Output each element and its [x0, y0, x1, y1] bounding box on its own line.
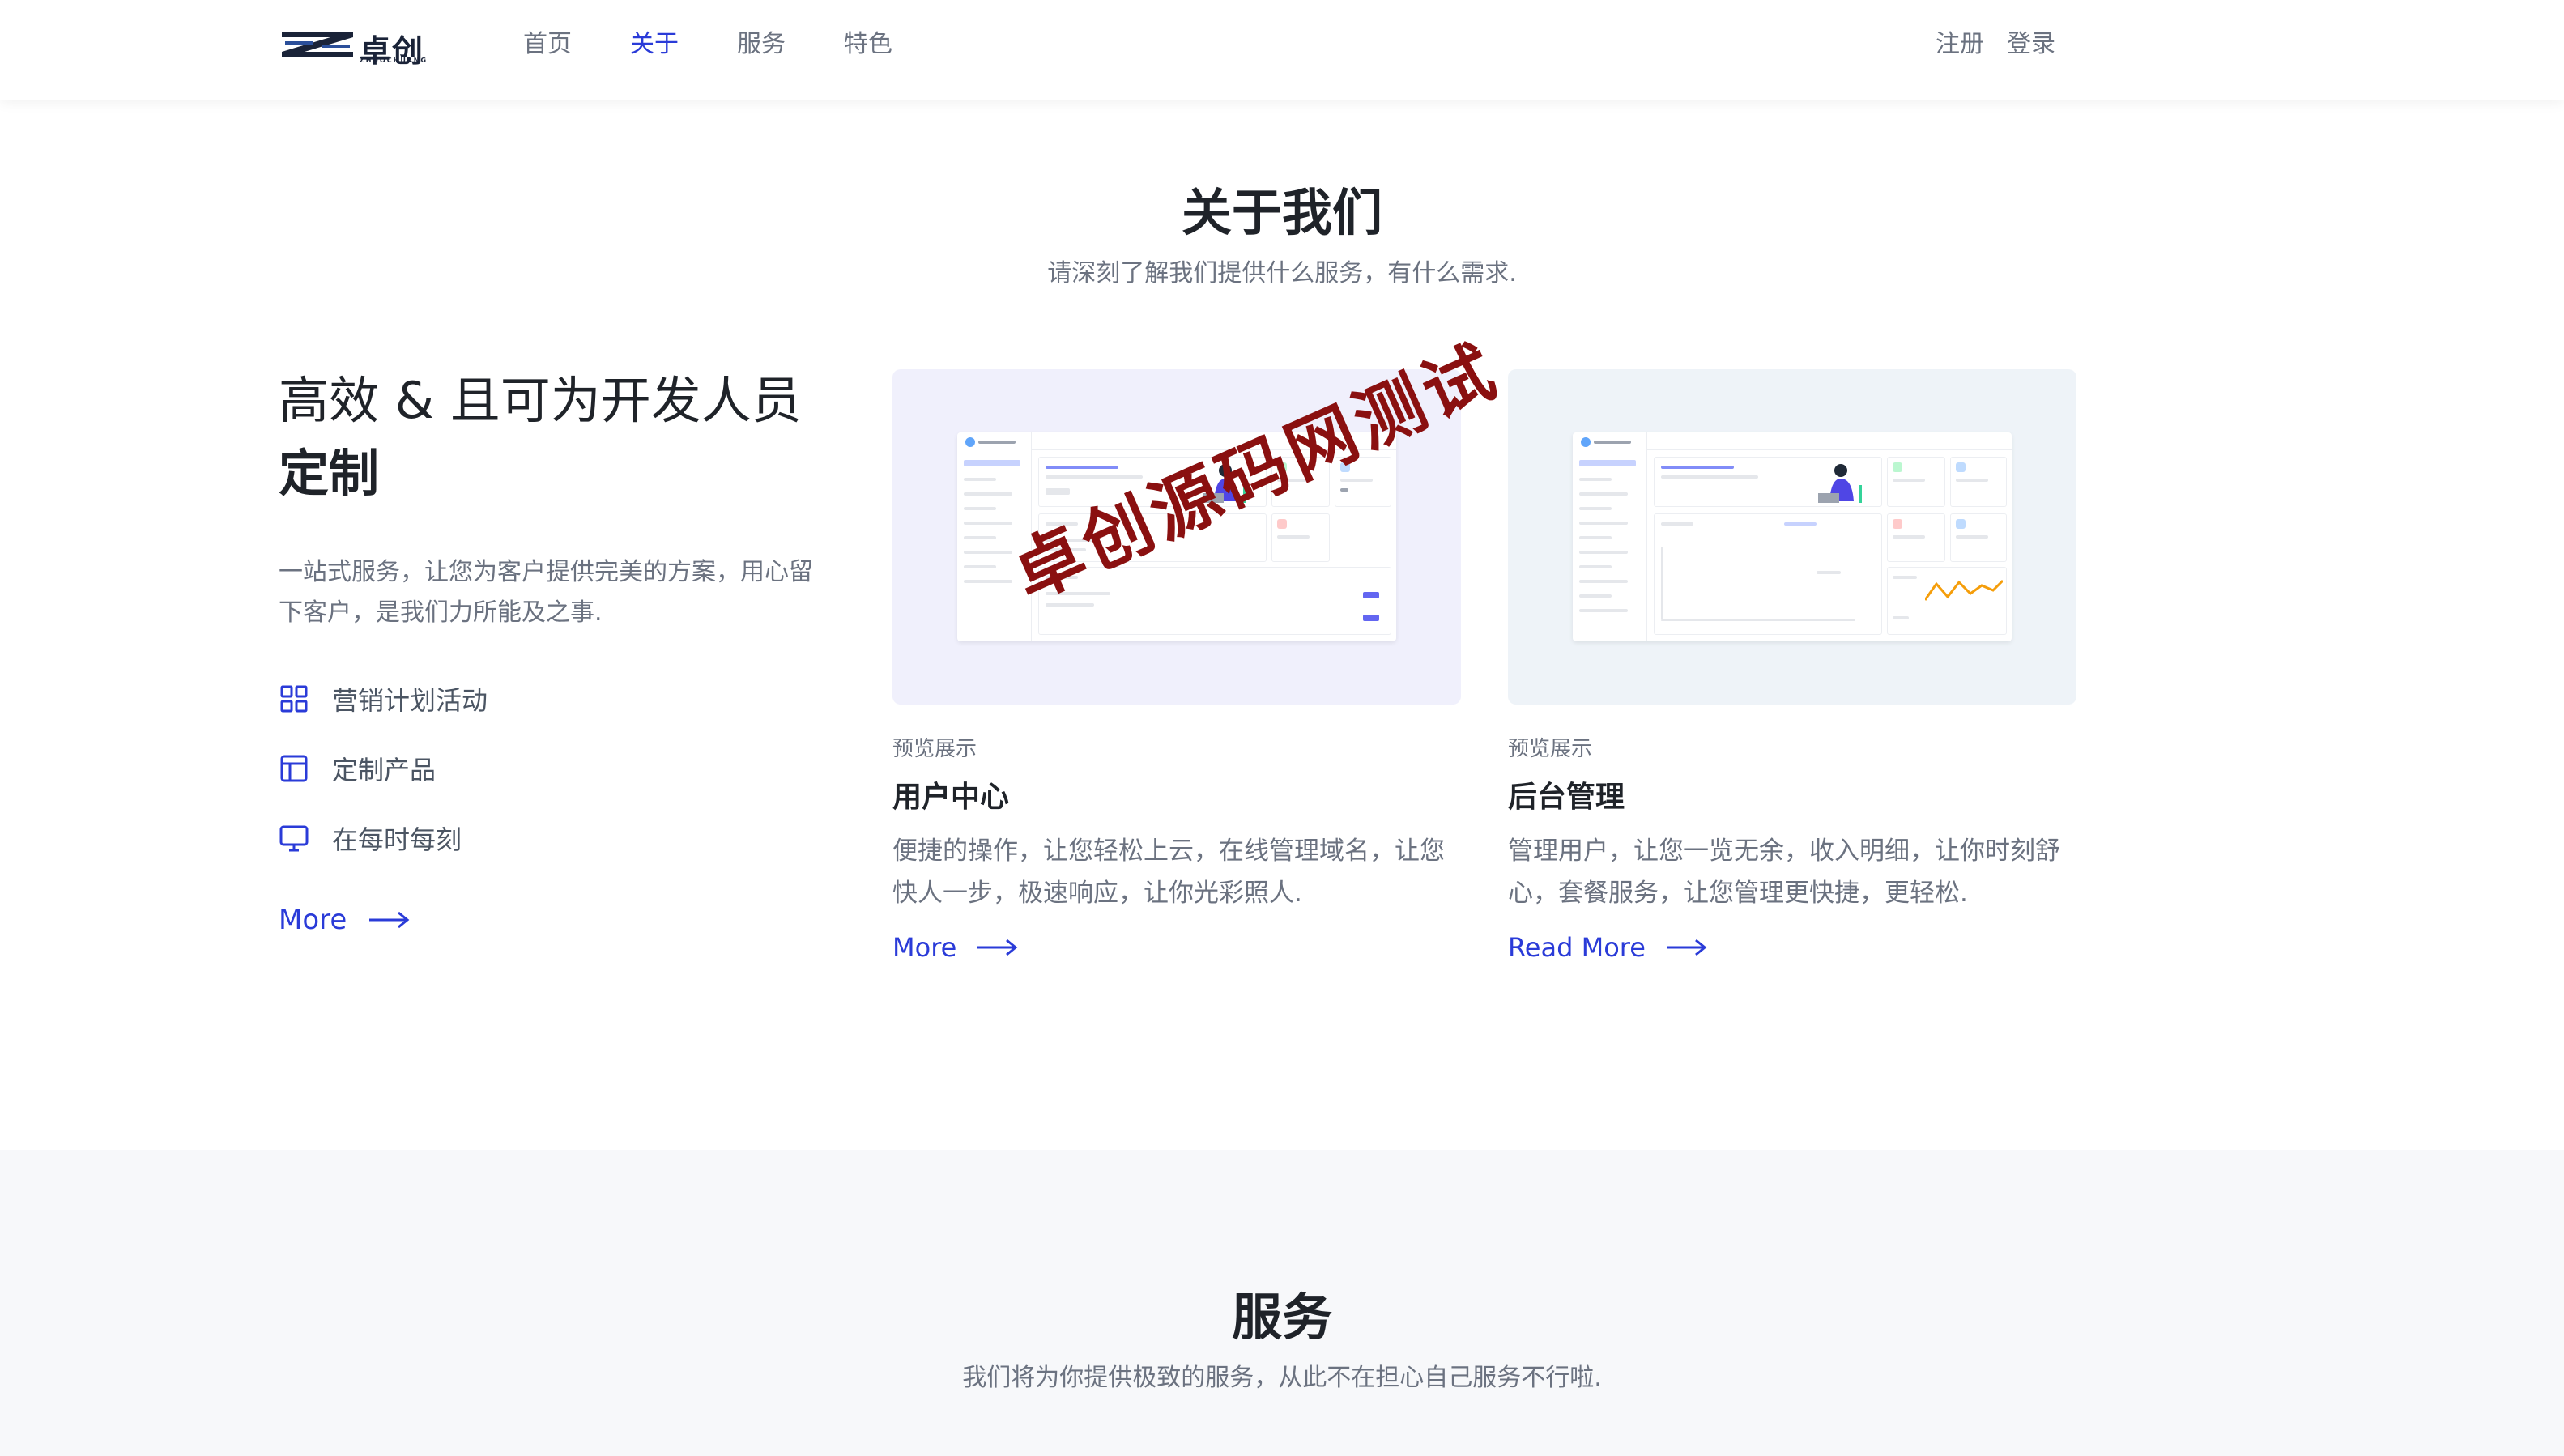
- dashboard-mock: [1573, 432, 2012, 641]
- arrow-right-icon: [369, 911, 410, 929]
- mock-sidebar: [1573, 432, 1647, 641]
- arrow-right-icon: [1666, 939, 1707, 956]
- mock-topbar: [1647, 432, 2012, 450]
- top-navbar: 卓创 ZHUOCHUANG 首页 关于 服务 特色 注册 登录: [0, 0, 2564, 100]
- more-label: Read More: [1508, 932, 1646, 963]
- card-tag: 预览展示: [1508, 737, 1593, 761]
- register-link[interactable]: 注册: [1936, 26, 1984, 63]
- intro-description: 一站式服务，让您为客户提供完美的方案，用心留下客户，是我们力所能及之事.: [279, 558, 813, 627]
- services-subtitle: 我们将为你提供极致的服务，从此不在担心自己服务不行啦.: [962, 1364, 1602, 1392]
- main-nav: 首页 关于 服务 特色: [523, 26, 951, 63]
- card-title: 用户中心: [892, 781, 1010, 814]
- more-label: More: [892, 932, 957, 963]
- auth-links: 注册 登录: [1936, 26, 2055, 63]
- card-title: 后台管理: [1508, 781, 1625, 814]
- card-tag: 预览展示: [892, 737, 977, 761]
- preview-card-admin: 预览展示 后台管理 管理用户，让您一览无余，收入明细，让你时刻舒心，套餐服务，让…: [1508, 369, 2076, 963]
- grid-icon: [279, 683, 309, 714]
- admin-read-more-link[interactable]: Read More: [1508, 932, 2076, 963]
- about-title: 关于我们: [1181, 183, 1382, 242]
- feature-label: 定制产品: [332, 755, 437, 785]
- feature-label: 在每时每刻: [332, 824, 462, 855]
- card-description: 便捷的操作，让您轻松上云，在线管理域名，让您快人一步，极速响应，让你光彩照人.: [892, 837, 1445, 908]
- layout-icon: [279, 753, 309, 784]
- about-intro: 高效 & 且可为开发人员 定制 一站式服务，让您为客户提供完美的方案，用心留下客…: [279, 364, 829, 936]
- logo-z-icon: [282, 32, 353, 57]
- monitor-icon: [279, 823, 309, 854]
- intro-heading-line1: 高效 & 且可为开发人员: [279, 371, 802, 430]
- nav-about[interactable]: 关于: [630, 26, 679, 63]
- about-subtitle: 请深刻了解我们提供什么服务，有什么需求.: [1047, 259, 1517, 287]
- feature-item: 定制产品: [279, 734, 829, 803]
- feature-label: 营销计划活动: [332, 685, 488, 716]
- feature-list: 营销计划活动 定制产品 在每时每刻: [279, 664, 829, 873]
- feature-item: 营销计划活动: [279, 664, 829, 734]
- intro-heading-line2: 定制: [279, 444, 380, 503]
- nav-features[interactable]: 特色: [844, 26, 892, 63]
- feature-item: 在每时每刻: [279, 803, 829, 873]
- services-title: 服务: [1231, 1288, 1332, 1347]
- login-link[interactable]: 登录: [2007, 26, 2055, 63]
- logo-subtext: ZHUOCHUANG: [360, 57, 428, 64]
- intro-heading: 高效 & 且可为开发人员 定制: [279, 364, 829, 510]
- admin-preview-image[interactable]: [1508, 369, 2076, 705]
- nav-home[interactable]: 首页: [523, 26, 572, 63]
- intro-more-link[interactable]: More: [279, 904, 829, 936]
- card-description: 管理用户，让您一览无余，收入明细，让你时刻舒心，套餐服务，让您管理更快捷，更轻松…: [1508, 837, 2060, 908]
- nav-services[interactable]: 服务: [737, 26, 786, 63]
- user-center-more-link[interactable]: More: [892, 932, 1461, 963]
- arrow-right-icon: [977, 939, 1018, 956]
- more-label: More: [279, 904, 347, 936]
